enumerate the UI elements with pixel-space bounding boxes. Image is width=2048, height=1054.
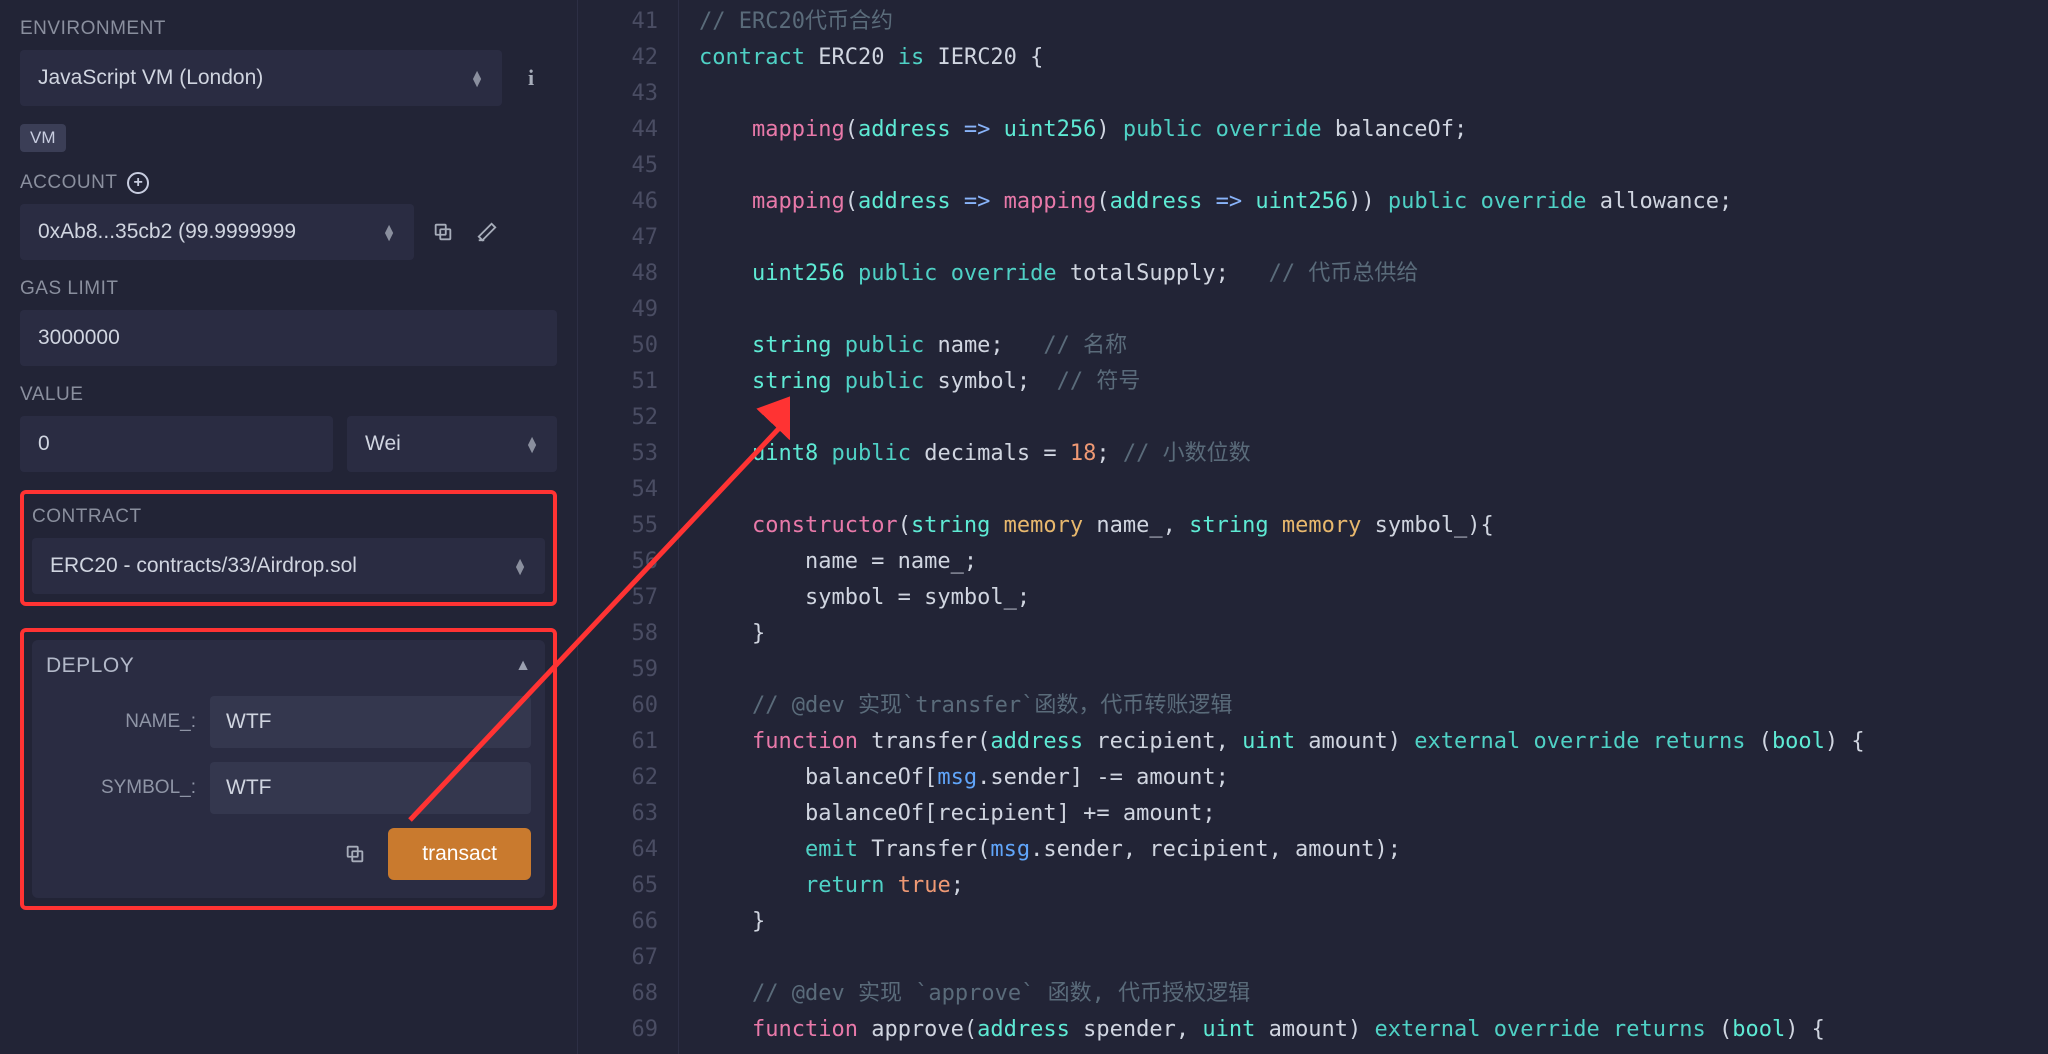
deploy-highlight: DEPLOY ▲ NAME_: SYMBOL_: transact [20, 628, 557, 910]
chevron-up-icon[interactable]: ▲ [515, 657, 531, 675]
contract-label: CONTRACT [32, 506, 545, 528]
copy-params-icon[interactable] [340, 839, 370, 869]
contract-select[interactable]: ERC20 - contracts/33/Airdrop.sol ▲▼ [32, 538, 545, 594]
chevron-updown-icon: ▲▼ [470, 70, 484, 86]
env-label: ENVIRONMENT [20, 18, 557, 40]
param-name-label: NAME_: [46, 711, 196, 733]
deploy-panel: DEPLOY ▲ NAME_: SYMBOL_: transact [32, 640, 545, 898]
contract-value: ERC20 - contracts/33/Airdrop.sol [50, 554, 357, 578]
account-label: ACCOUNT + [20, 172, 557, 194]
account-value: 0xAb8...35cb2 (99.9999999 [38, 220, 296, 244]
param-name-input[interactable] [210, 696, 531, 748]
param-symbol-input[interactable] [210, 762, 531, 814]
env-value: JavaScript VM (London) [38, 66, 263, 90]
value-unit: Wei [365, 432, 401, 456]
code-editor[interactable]: 4142434445464748495051525354555657585960… [578, 0, 2048, 1054]
value-input[interactable] [20, 416, 333, 472]
chevron-updown-icon: ▲▼ [525, 436, 539, 452]
copy-icon[interactable] [428, 217, 458, 247]
contract-highlight: CONTRACT ERC20 - contracts/33/Airdrop.so… [20, 490, 557, 606]
vm-chip: VM [20, 124, 66, 152]
deploy-title: DEPLOY [46, 654, 134, 678]
transact-button[interactable]: transact [388, 828, 531, 880]
env-select[interactable]: JavaScript VM (London) ▲▼ [20, 50, 502, 106]
value-label: VALUE [20, 384, 557, 406]
line-gutter: 4142434445464748495051525354555657585960… [578, 0, 678, 1054]
info-icon[interactable]: i [516, 63, 546, 93]
value-unit-select[interactable]: Wei ▲▼ [347, 416, 557, 472]
param-symbol-label: SYMBOL_: [46, 777, 196, 799]
edit-icon[interactable] [472, 217, 502, 247]
gas-label: GAS LIMIT [20, 278, 557, 300]
account-select[interactable]: 0xAb8...35cb2 (99.9999999 ▲▼ [20, 204, 414, 260]
plus-icon[interactable]: + [127, 172, 149, 194]
gas-input[interactable] [20, 310, 557, 366]
chevron-updown-icon: ▲▼ [513, 558, 527, 574]
chevron-updown-icon: ▲▼ [382, 224, 396, 240]
deploy-sidebar: ENVIRONMENT JavaScript VM (London) ▲▼ i … [0, 0, 578, 1054]
code-content[interactable]: // ERC20代币合约contract ERC20 is IERC20 { m… [678, 0, 2048, 1054]
